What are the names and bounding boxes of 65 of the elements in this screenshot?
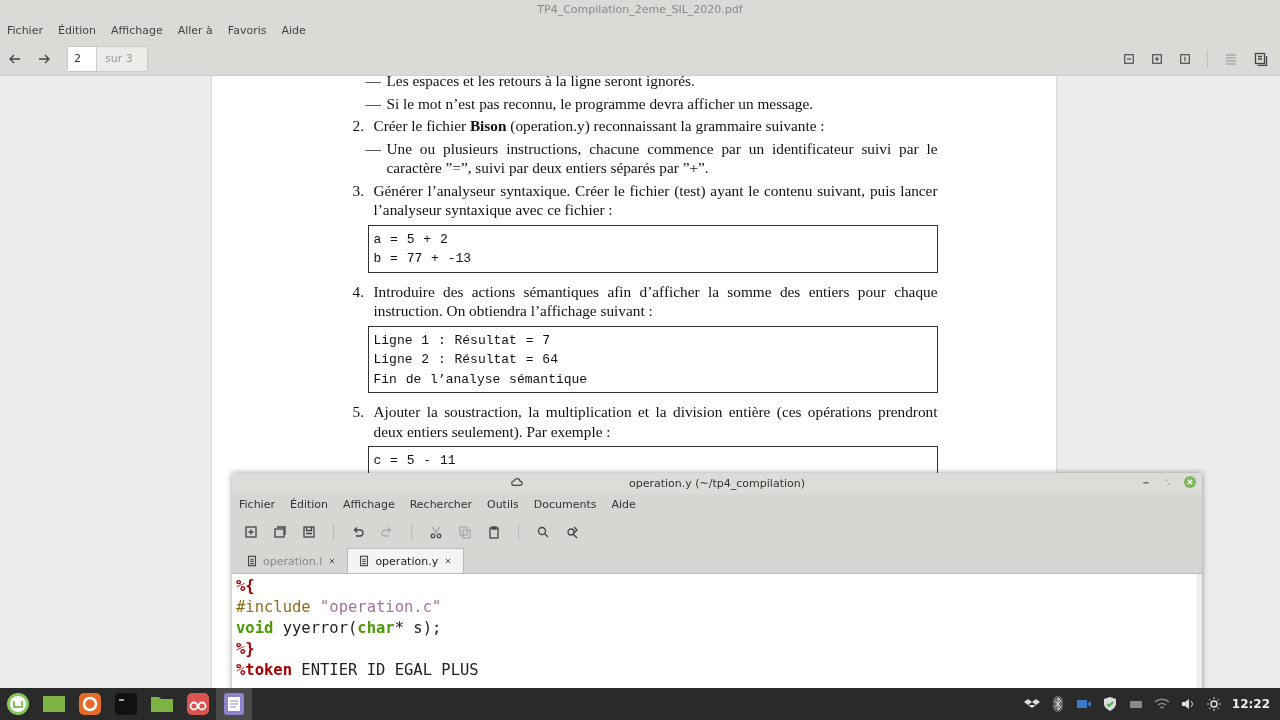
menu-item[interactable]: Aide [281, 23, 306, 37]
cloud-icon[interactable] [510, 476, 524, 488]
exercise-text: Générer l’analyseur syntaxique. Créer le fichier (test) ayant le contenu suivant, puis lancer l’analyseur syntaxique avec ce fichier : [373, 180, 938, 220]
code-line: %} [236, 639, 256, 660]
code-line: Fin de l’analyse sémantique [373, 370, 589, 389]
list-item-text: Une ou plusieurs instructions, chacune commence par un identificateur suivi par le caractère ”=”, suivi par deux entiers séparés par ”+”. [386, 138, 938, 178]
code-line: %{ [236, 576, 256, 597]
code-line: Ligne 1 : Résultat = 7 [373, 331, 552, 350]
code-line: #include "operation.c" [236, 597, 443, 618]
code-line: Ligne 2 : Résultat = 64 [373, 351, 559, 369]
browser-icon[interactable] [78, 692, 102, 716]
menu-item[interactable]: Aide [611, 498, 636, 511]
zoom-in-icon[interactable] [1151, 52, 1163, 65]
menu-item[interactable]: Édition [57, 23, 96, 37]
actual-size-icon[interactable] [1179, 52, 1191, 65]
text-editor-icon[interactable] [222, 692, 246, 716]
dash-marker: — [365, 138, 382, 159]
clipboard-icon[interactable] [487, 525, 501, 539]
dash-marker: — [365, 93, 382, 113]
code-line: %token ENTIER ID EGAL PLUS [236, 660, 480, 681]
dual-page-icon[interactable] [1254, 51, 1268, 66]
scissors-icon[interactable] [429, 525, 443, 539]
shield-icon[interactable] [1101, 696, 1118, 712]
dash-marker: — [365, 76, 382, 91]
code-line: void yyerror(char* s); [236, 618, 443, 639]
code-line: c = 5 - 11 [373, 452, 457, 470]
list-item-text: Si le mot n’est pas reconnu, le programme devra afficher un message. [386, 93, 815, 113]
item-number: 5. [352, 402, 365, 422]
save-icon[interactable] [302, 525, 316, 539]
menu-item[interactable]: Documents [533, 498, 597, 511]
menu-icon[interactable] [6, 692, 30, 716]
menu-item[interactable]: Édition [289, 498, 328, 511]
document-icon[interactable] [246, 555, 258, 567]
search-icon[interactable] [536, 525, 550, 539]
file-tab[interactable]: operation.y [347, 548, 465, 573]
search-replace-icon[interactable] [565, 525, 579, 539]
list-item-text: Les espaces et les retours à la ligne seront ignorés. [386, 76, 696, 91]
open-file-icon[interactable] [273, 525, 287, 539]
reader-icon[interactable] [186, 692, 210, 716]
clock[interactable]: 12:22 [1231, 697, 1270, 711]
code-line: b = 77 + -13 [373, 250, 473, 268]
menu-item[interactable]: Affichage [343, 498, 395, 511]
item-number: 4. [352, 281, 365, 302]
menu-item[interactable]: Fichier [7, 23, 43, 37]
new-file-icon[interactable] [244, 525, 258, 539]
document-icon[interactable] [358, 555, 371, 567]
code-line: a = 5 + 2 [373, 230, 449, 249]
volume-icon[interactable] [1179, 696, 1196, 712]
menu-item[interactable]: Affichage [111, 23, 163, 37]
menu-item[interactable]: Aller à [177, 23, 213, 37]
brightness-icon[interactable] [1205, 696, 1222, 712]
exercise-text: Introduire des actions sémantiques afin d’afficher la somme des entiers pour chaque instruction. On obtiendra l’affichage suivant : [373, 281, 938, 321]
menu-item[interactable]: Favoris [227, 23, 267, 37]
zoom-out-icon[interactable] [1123, 52, 1135, 65]
window-title: TP4_Compilation_2eme_SIL_2020.pdf [537, 3, 743, 16]
menu-item[interactable]: Outils [487, 498, 519, 511]
undo-icon[interactable] [351, 525, 365, 539]
item-number: 3. [352, 180, 365, 201]
exercise-text: Créer le fichier Bison (operation.y) reconnaissant la grammaire suivante : [373, 116, 826, 136]
menu-item[interactable]: Fichier [239, 498, 275, 511]
page-field[interactable]: 2 sur 3 [67, 45, 148, 72]
exercise-text: Ajouter la soustraction, la multiplication et la division entière (ces opérations prendront deux entiers seulement). Par exemple : [373, 402, 938, 441]
menu-item[interactable]: Rechercher [409, 498, 472, 511]
window-title: operation.y (~/tp4_compilation) [629, 477, 805, 490]
item-number: 2. [352, 116, 365, 136]
